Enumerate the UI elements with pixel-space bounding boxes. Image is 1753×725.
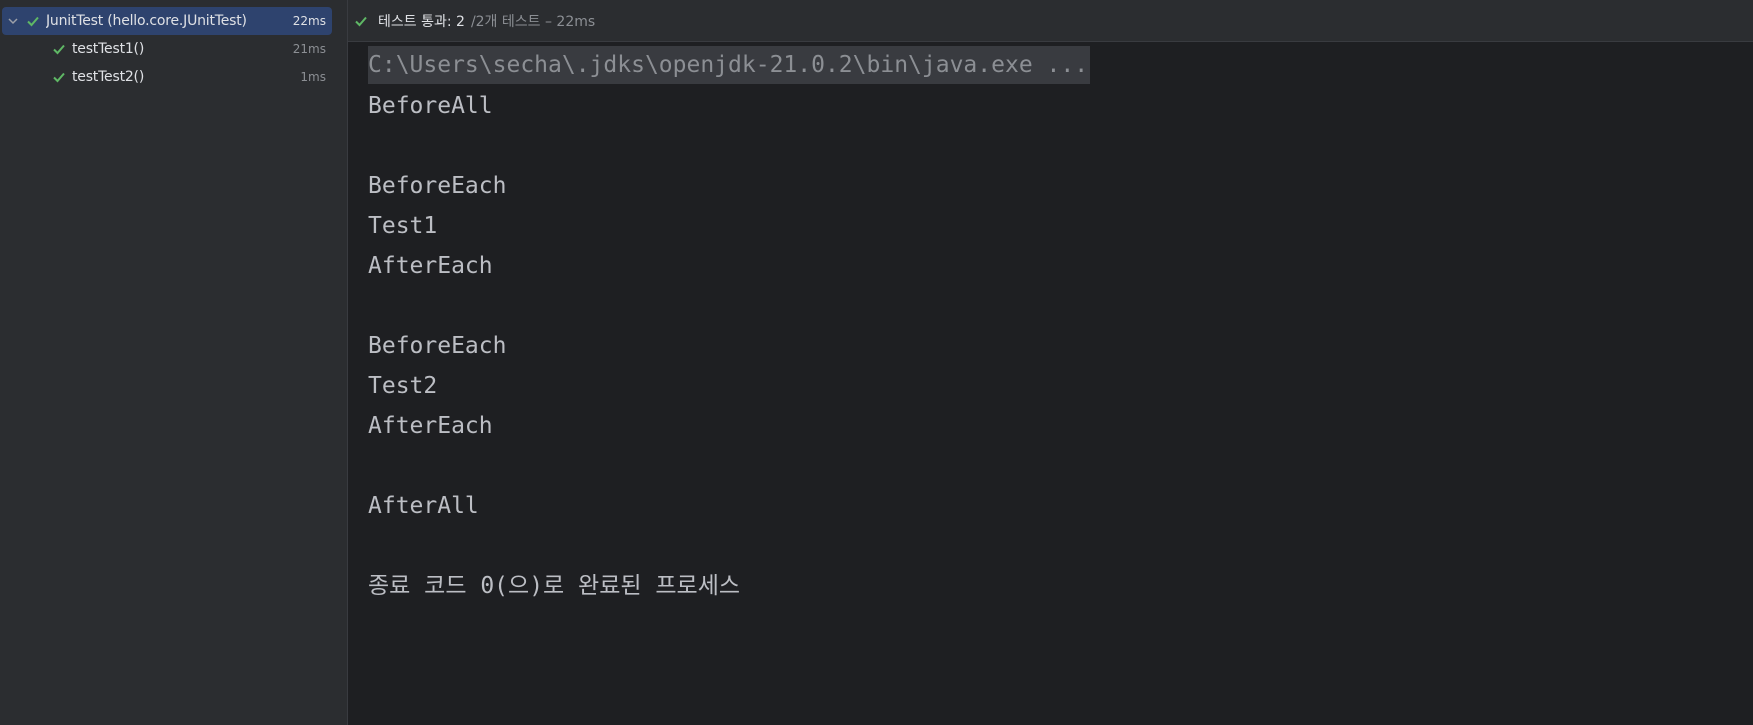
console-line: Test1 bbox=[368, 213, 438, 239]
tree-item-duration: 22ms bbox=[292, 14, 326, 28]
console-line: BeforeEach bbox=[368, 333, 507, 359]
tree-item-test-test2[interactable]: testTest2() 1ms bbox=[0, 63, 332, 91]
check-icon bbox=[355, 16, 367, 26]
tree-item-label: testTest1() bbox=[72, 41, 145, 57]
tree-item-test-test1[interactable]: testTest1() 21ms bbox=[0, 35, 332, 63]
test-status-bar: 테스트 통과: 2 /2개 테스트 – 22ms bbox=[348, 0, 1753, 42]
tree-item-label: JunitTest (hello.core.JUnitTest) bbox=[46, 13, 247, 29]
tree-item-junit-test[interactable]: JunitTest (hello.core.JUnitTest) 22ms bbox=[2, 7, 332, 35]
console-line: 종료 코드 0(으)로 완료된 프로세스 bbox=[368, 573, 741, 599]
console-line: BeforeEach bbox=[368, 173, 507, 199]
chevron-down-icon[interactable] bbox=[6, 14, 20, 28]
console-line: AfterAll bbox=[368, 493, 479, 519]
check-icon bbox=[27, 16, 39, 27]
check-icon bbox=[53, 72, 65, 83]
tests-summary-label: /2개 테스트 – 22ms bbox=[470, 13, 596, 30]
tree-item-duration: 21ms bbox=[292, 42, 326, 56]
tests-passed-label: 테스트 통과: 2 bbox=[378, 13, 465, 30]
console-output[interactable]: C:\Users\secha\.jdks\openjdk-21.0.2\bin\… bbox=[348, 42, 1753, 606]
tree-item-duration: 1ms bbox=[300, 70, 326, 84]
test-results-tree: JunitTest (hello.core.JUnitTest) 22ms te… bbox=[0, 0, 348, 725]
console-line: AfterEach bbox=[368, 253, 493, 279]
console-command-line[interactable]: C:\Users\secha\.jdks\openjdk-21.0.2\bin\… bbox=[368, 46, 1091, 84]
check-icon bbox=[53, 44, 65, 55]
console-line: BeforeAll bbox=[368, 93, 493, 119]
test-runner-window: JunitTest (hello.core.JUnitTest) 22ms te… bbox=[0, 0, 1753, 725]
console-panel: 테스트 통과: 2 /2개 테스트 – 22ms C:\Users\secha\… bbox=[348, 0, 1753, 725]
tree-item-label: testTest2() bbox=[72, 69, 145, 85]
console-line: Test2 bbox=[368, 373, 438, 399]
console-line: AfterEach bbox=[368, 413, 493, 439]
